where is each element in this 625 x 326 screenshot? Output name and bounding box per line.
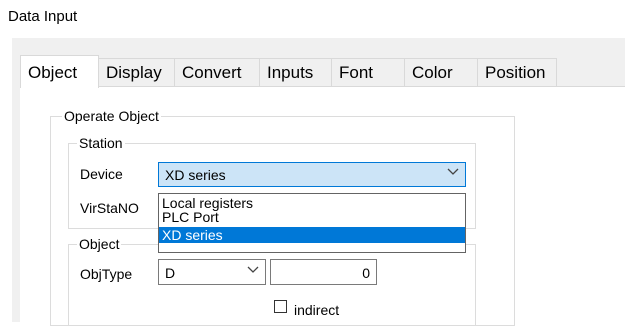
device-option-xd-series[interactable]: XD series — [159, 227, 465, 243]
tab-divider — [20, 86, 625, 87]
window-title: Data Input — [8, 8, 78, 25]
tab-color[interactable]: Color — [404, 58, 478, 86]
tab-object[interactable]: Object — [20, 55, 99, 88]
chevron-down-icon — [447, 165, 459, 180]
station-group-title: Station — [77, 135, 125, 151]
tab-strip: Object Display Convert Inputs Font Color… — [20, 55, 560, 88]
tab-convert[interactable]: Convert — [174, 58, 260, 86]
object-group-title: Object — [77, 236, 122, 252]
object-group — [68, 244, 476, 326]
chevron-down-icon — [247, 263, 259, 278]
tab-position[interactable]: Position — [477, 58, 557, 86]
device-option-local-registers[interactable]: Local registers — [159, 196, 465, 210]
virstano-label: VirStaNO — [80, 200, 139, 216]
device-option-plc-port[interactable]: PLC Port — [159, 210, 465, 224]
device-dropdown-list: Local registers PLC Port XD series — [158, 193, 466, 253]
address-input[interactable]: 0 — [270, 259, 377, 285]
indirect-label: indirect — [294, 302, 340, 318]
objtype-select[interactable]: D — [158, 259, 266, 285]
address-input-value: 0 — [362, 265, 370, 281]
operate-object-group-title: Operate Object — [62, 108, 161, 124]
tab-inputs[interactable]: Inputs — [259, 58, 332, 86]
device-select-value: XD series — [165, 167, 226, 183]
objtype-label: ObjType — [80, 266, 133, 282]
indirect-checkbox[interactable] — [274, 300, 287, 313]
device-label: Device — [80, 166, 123, 182]
tab-font[interactable]: Font — [331, 58, 405, 86]
tab-display[interactable]: Display — [98, 58, 175, 86]
objtype-select-value: D — [165, 265, 176, 281]
device-select[interactable]: XD series — [158, 162, 466, 187]
